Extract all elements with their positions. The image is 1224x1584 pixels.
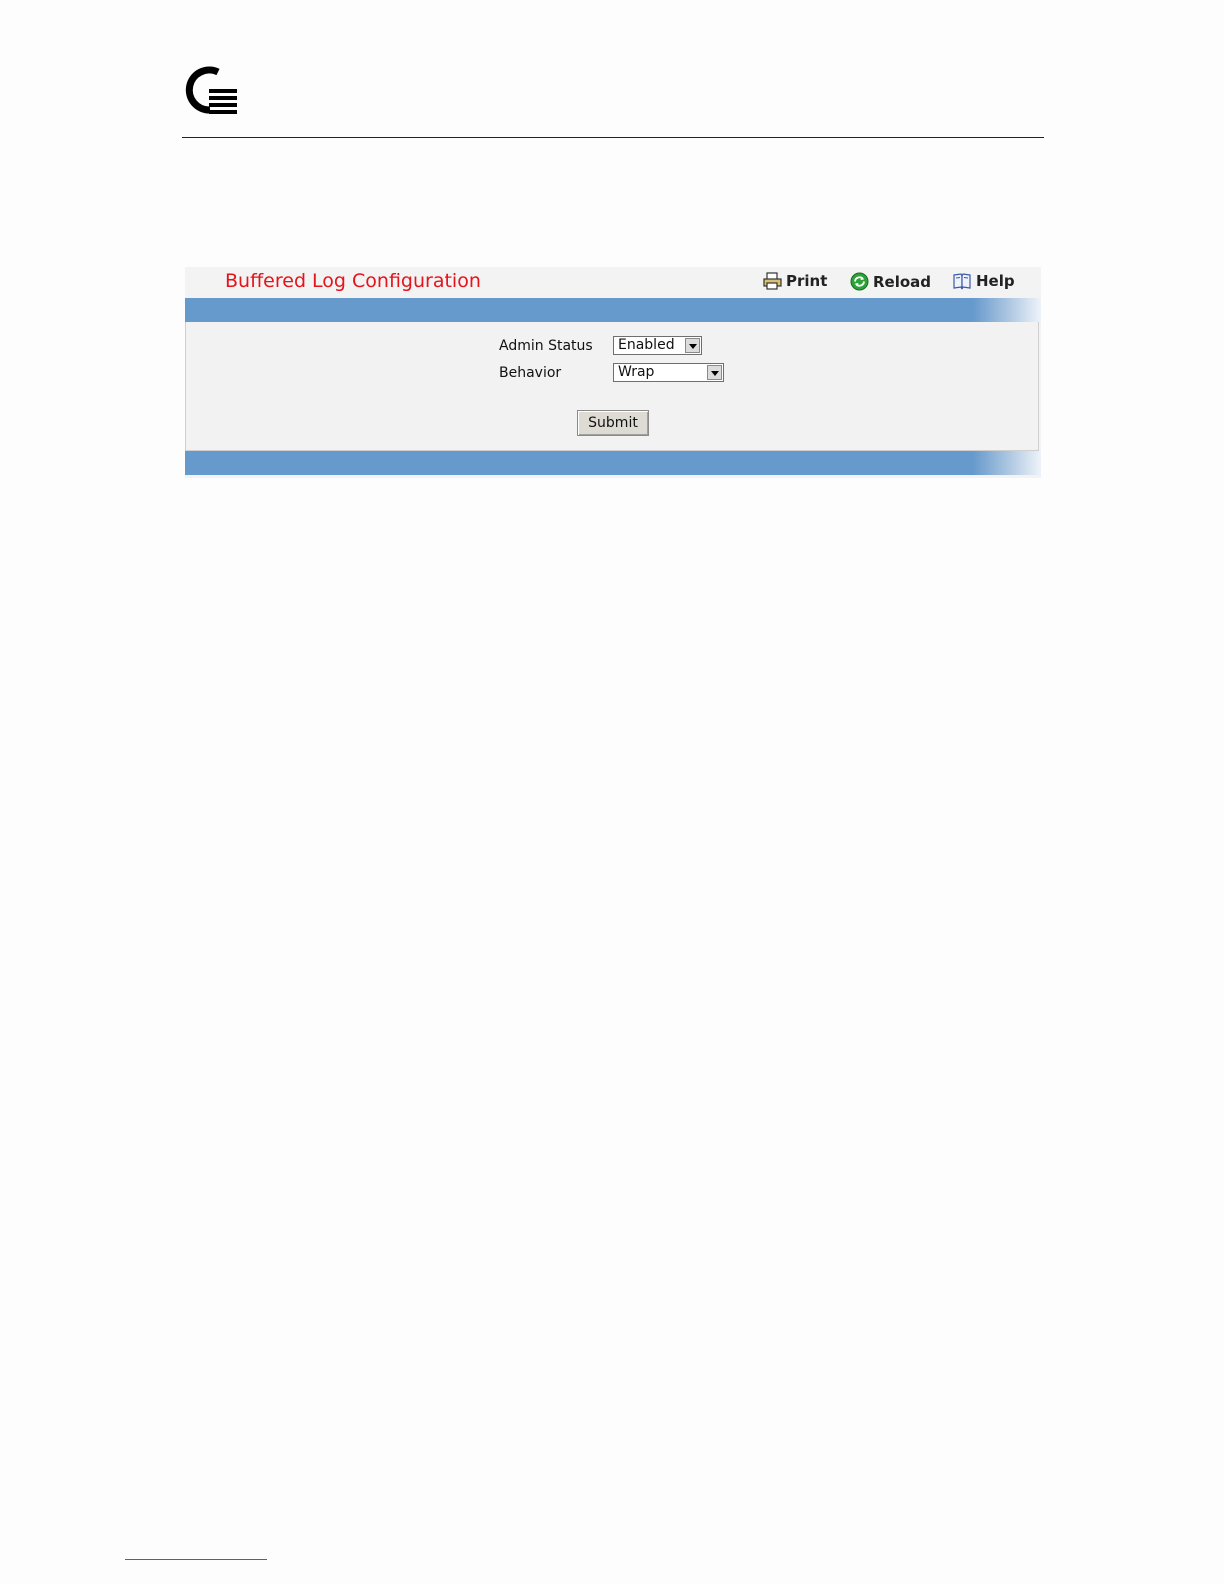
chevron-down-icon[interactable] (707, 365, 722, 380)
behavior-select[interactable]: Wrap (613, 363, 724, 382)
panel-title-bar: Buffered Log Configuration Print Reload (185, 267, 1041, 298)
help-book-icon (953, 273, 971, 290)
admin-status-label: Admin Status (499, 338, 593, 354)
footer-rule (125, 1559, 267, 1560)
admin-status-select[interactable]: Enabled (613, 336, 702, 355)
behavior-value: Wrap (618, 364, 655, 380)
form-area: Admin Status Enabled Behavior Wrap Submi… (185, 322, 1039, 451)
company-logo-icon (184, 62, 240, 118)
config-panel: Buffered Log Configuration Print Reload (185, 267, 1041, 478)
behavior-label: Behavior (499, 365, 562, 381)
page-title: Buffered Log Configuration (225, 270, 481, 292)
reload-icon (850, 272, 869, 291)
submit-button[interactable]: Submit (577, 410, 649, 436)
printer-icon (763, 272, 782, 290)
print-label: Print (786, 272, 828, 290)
reload-label: Reload (873, 272, 932, 291)
reload-button[interactable]: Reload (850, 272, 931, 291)
help-button[interactable]: Help (952, 272, 1015, 290)
admin-status-value: Enabled (618, 337, 675, 353)
print-button[interactable]: Print (763, 272, 827, 290)
chevron-down-icon[interactable] (685, 338, 700, 353)
panel-footer-band (185, 451, 1041, 475)
panel-header-band (185, 298, 1041, 322)
help-label: Help (976, 272, 1015, 290)
header-divider (182, 137, 1044, 138)
